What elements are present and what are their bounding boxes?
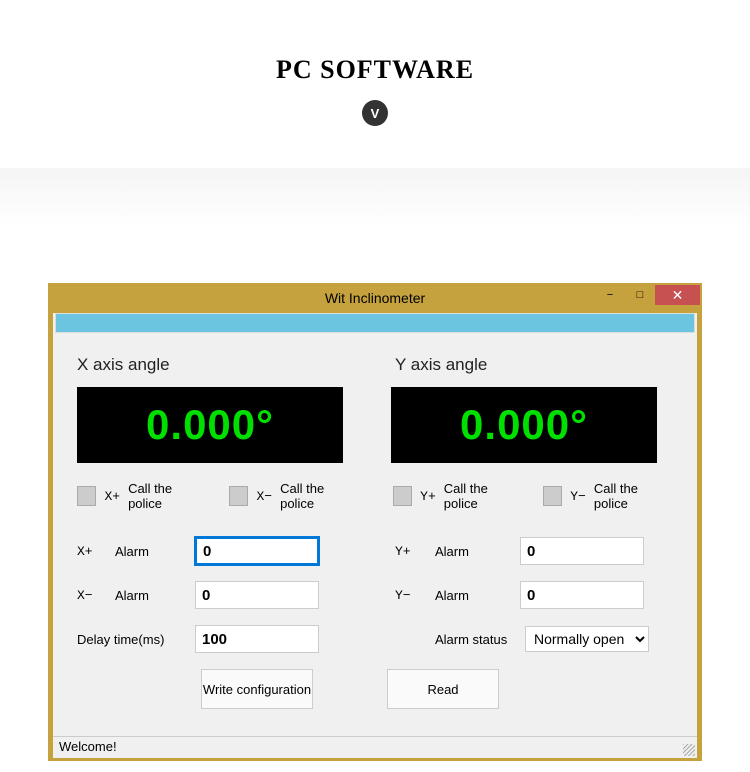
read-button[interactable]: Read	[387, 669, 499, 709]
resize-grip-icon[interactable]	[683, 744, 695, 756]
x-plus-alarm-label: Alarm	[115, 544, 195, 559]
y-axis-label: Y axis angle	[395, 355, 487, 375]
x-angle-display: 0.000°	[77, 387, 343, 463]
x-minus-alarm-label: Alarm	[115, 588, 195, 603]
y-plus-alarm-input[interactable]	[520, 537, 644, 565]
x-minus-alarm-input[interactable]	[195, 581, 319, 609]
close-button[interactable]: ✕	[655, 285, 700, 305]
x-plus-alarm-input[interactable]	[195, 537, 319, 565]
x-minus-police-label: Call the police	[280, 481, 359, 511]
y-angle-display: 0.000°	[391, 387, 657, 463]
delay-time-input[interactable]	[195, 625, 319, 653]
x-minus-police-checkbox[interactable]	[229, 486, 248, 506]
titlebar: Wit Inclinometer − □ ✕	[50, 285, 700, 311]
y-minus-alarm-input[interactable]	[520, 581, 644, 609]
y-minus-police-label: Call the police	[594, 481, 673, 511]
x-minus-symbol: X−	[256, 489, 272, 504]
x-plus-police-checkbox[interactable]	[77, 486, 96, 506]
x-minus-alarm-symbol: X−	[77, 588, 115, 603]
alarm-status-select[interactable]: Normally open	[525, 626, 649, 652]
status-bar: Welcome!	[53, 736, 697, 758]
x-axis-label: X axis angle	[77, 355, 395, 375]
y-minus-alarm-symbol: Y−	[395, 588, 435, 603]
version-badge: V	[362, 100, 388, 126]
y-plus-police-label: Call the police	[444, 481, 523, 511]
x-plus-police-label: Call the police	[128, 481, 207, 511]
delay-time-label: Delay time(ms)	[77, 632, 195, 647]
minimize-button[interactable]: −	[595, 285, 625, 305]
x-plus-alarm-symbol: X+	[77, 544, 115, 559]
y-plus-alarm-label: Alarm	[435, 544, 520, 559]
y-plus-police-checkbox[interactable]	[393, 486, 412, 506]
x-plus-symbol: X+	[104, 489, 120, 504]
y-plus-symbol: Y+	[420, 489, 436, 504]
y-minus-symbol: Y−	[570, 489, 586, 504]
alarm-status-label: Alarm status	[435, 632, 525, 647]
y-minus-alarm-label: Alarm	[435, 588, 520, 603]
write-config-button[interactable]: Write configuration	[201, 669, 313, 709]
app-window: Wit Inclinometer − □ ✕ X axis angle Y ax…	[48, 283, 702, 761]
header-band	[55, 313, 695, 333]
y-plus-alarm-symbol: Y+	[395, 544, 435, 559]
y-minus-police-checkbox[interactable]	[543, 486, 562, 506]
maximize-button[interactable]: □	[625, 285, 655, 305]
page-heading: PC SOFTWARE	[0, 55, 750, 85]
